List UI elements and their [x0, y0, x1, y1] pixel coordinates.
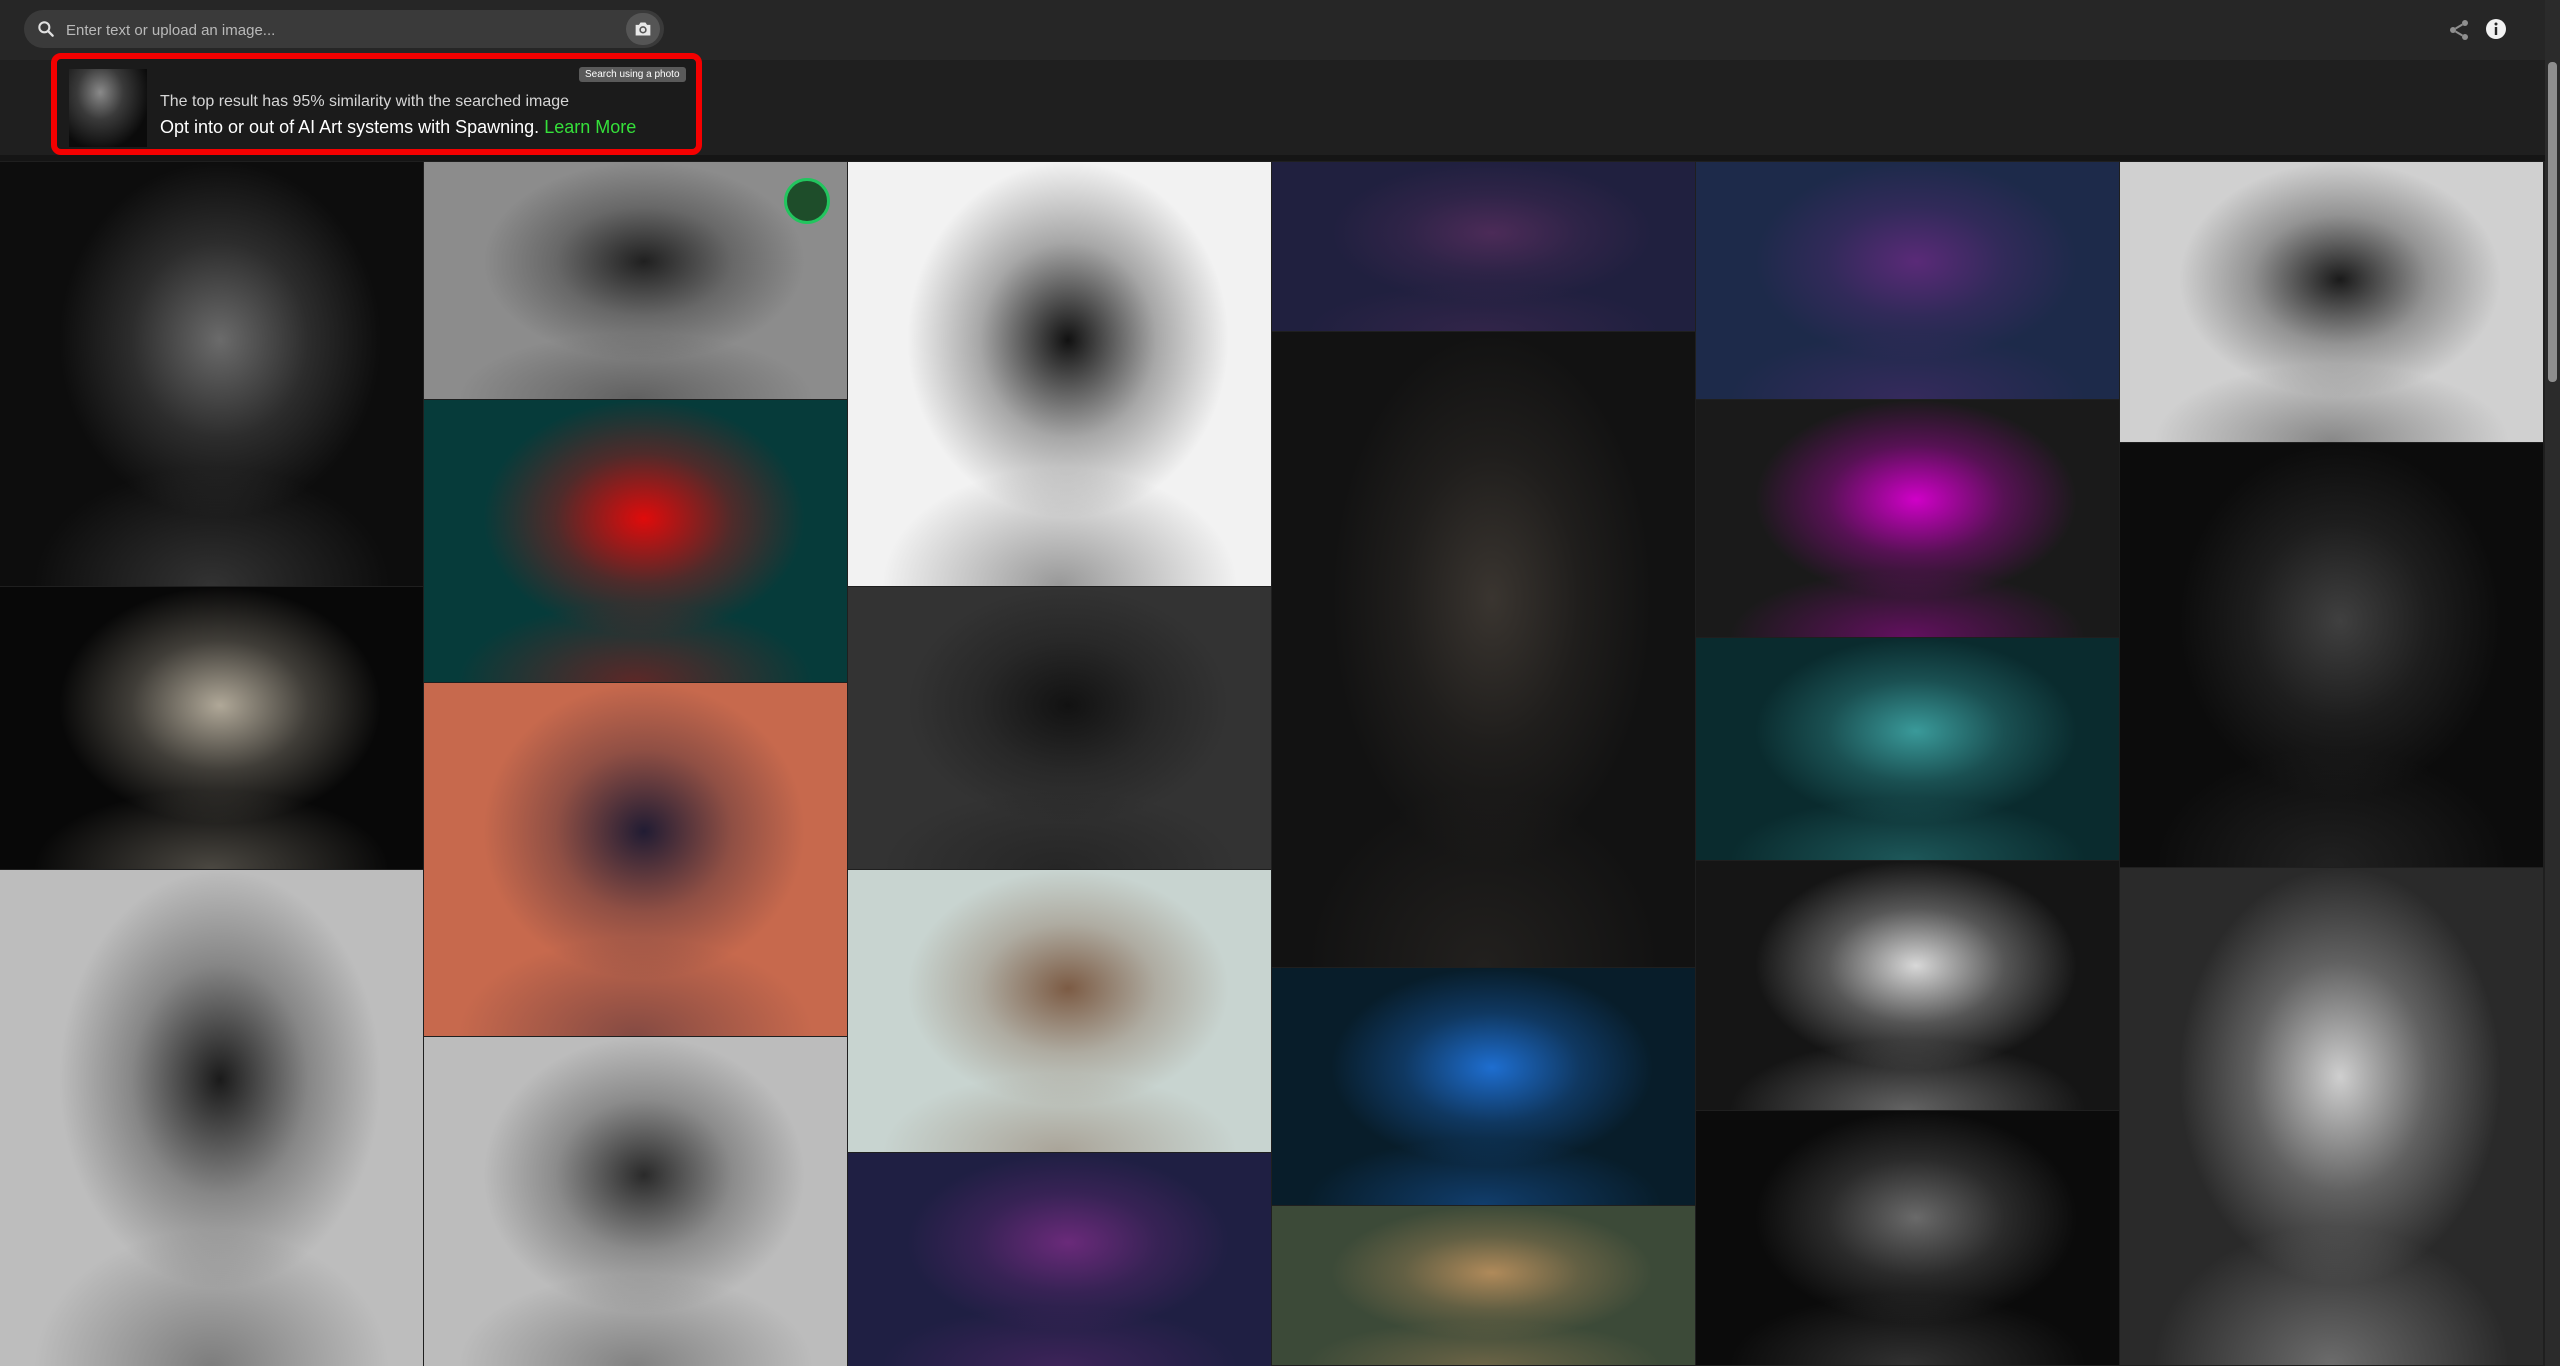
result-image[interactable] — [1272, 162, 1695, 331]
result-image[interactable] — [1272, 968, 1695, 1205]
result-image[interactable] — [1696, 861, 2119, 1110]
result-image[interactable] — [1696, 1111, 2119, 1365]
result-image[interactable] — [2120, 868, 2543, 1365]
result-image[interactable] — [424, 1037, 847, 1366]
search-icon — [38, 21, 54, 37]
result-image[interactable] — [1696, 638, 2119, 860]
top-bar — [0, 0, 2560, 60]
scrollbar-thumb[interactable] — [2548, 62, 2557, 382]
result-image[interactable] — [848, 870, 1271, 1152]
result-image[interactable] — [0, 870, 423, 1366]
camera-icon — [635, 22, 651, 36]
searched-image-thumbnail[interactable] — [69, 69, 147, 147]
search-bar[interactable] — [24, 10, 664, 48]
result-image[interactable] — [1696, 162, 2119, 399]
info-icon[interactable] — [2484, 17, 2508, 41]
result-image[interactable] — [1272, 332, 1695, 967]
camera-tooltip: Search using a photo — [579, 67, 686, 82]
result-image[interactable] — [1272, 1206, 1695, 1365]
result-image[interactable] — [2120, 162, 2543, 442]
result-image[interactable] — [2120, 443, 2543, 867]
result-image[interactable] — [848, 162, 1271, 586]
similarity-banner: The top result has 95% similarity with t… — [51, 53, 702, 155]
search-input[interactable] — [64, 14, 628, 46]
similarity-text: The top result has 95% similarity with t… — [160, 93, 570, 110]
results-grid — [0, 162, 2545, 1366]
share-icon[interactable] — [2447, 18, 2471, 42]
result-image[interactable] — [0, 587, 423, 869]
result-image[interactable] — [848, 1153, 1271, 1366]
spawning-badge-icon[interactable] — [784, 178, 830, 224]
result-image[interactable] — [424, 400, 847, 682]
result-image[interactable] — [848, 587, 1271, 869]
learn-more-link[interactable]: Learn More — [544, 117, 636, 137]
result-image[interactable] — [424, 683, 847, 1036]
optin-text-row: Opt into or out of AI Art systems with S… — [160, 117, 636, 138]
result-image[interactable] — [0, 162, 423, 586]
camera-button[interactable] — [626, 13, 660, 45]
optin-text: Opt into or out of AI Art systems with S… — [160, 117, 540, 137]
divider — [0, 155, 2545, 161]
result-image[interactable] — [1696, 400, 2119, 637]
